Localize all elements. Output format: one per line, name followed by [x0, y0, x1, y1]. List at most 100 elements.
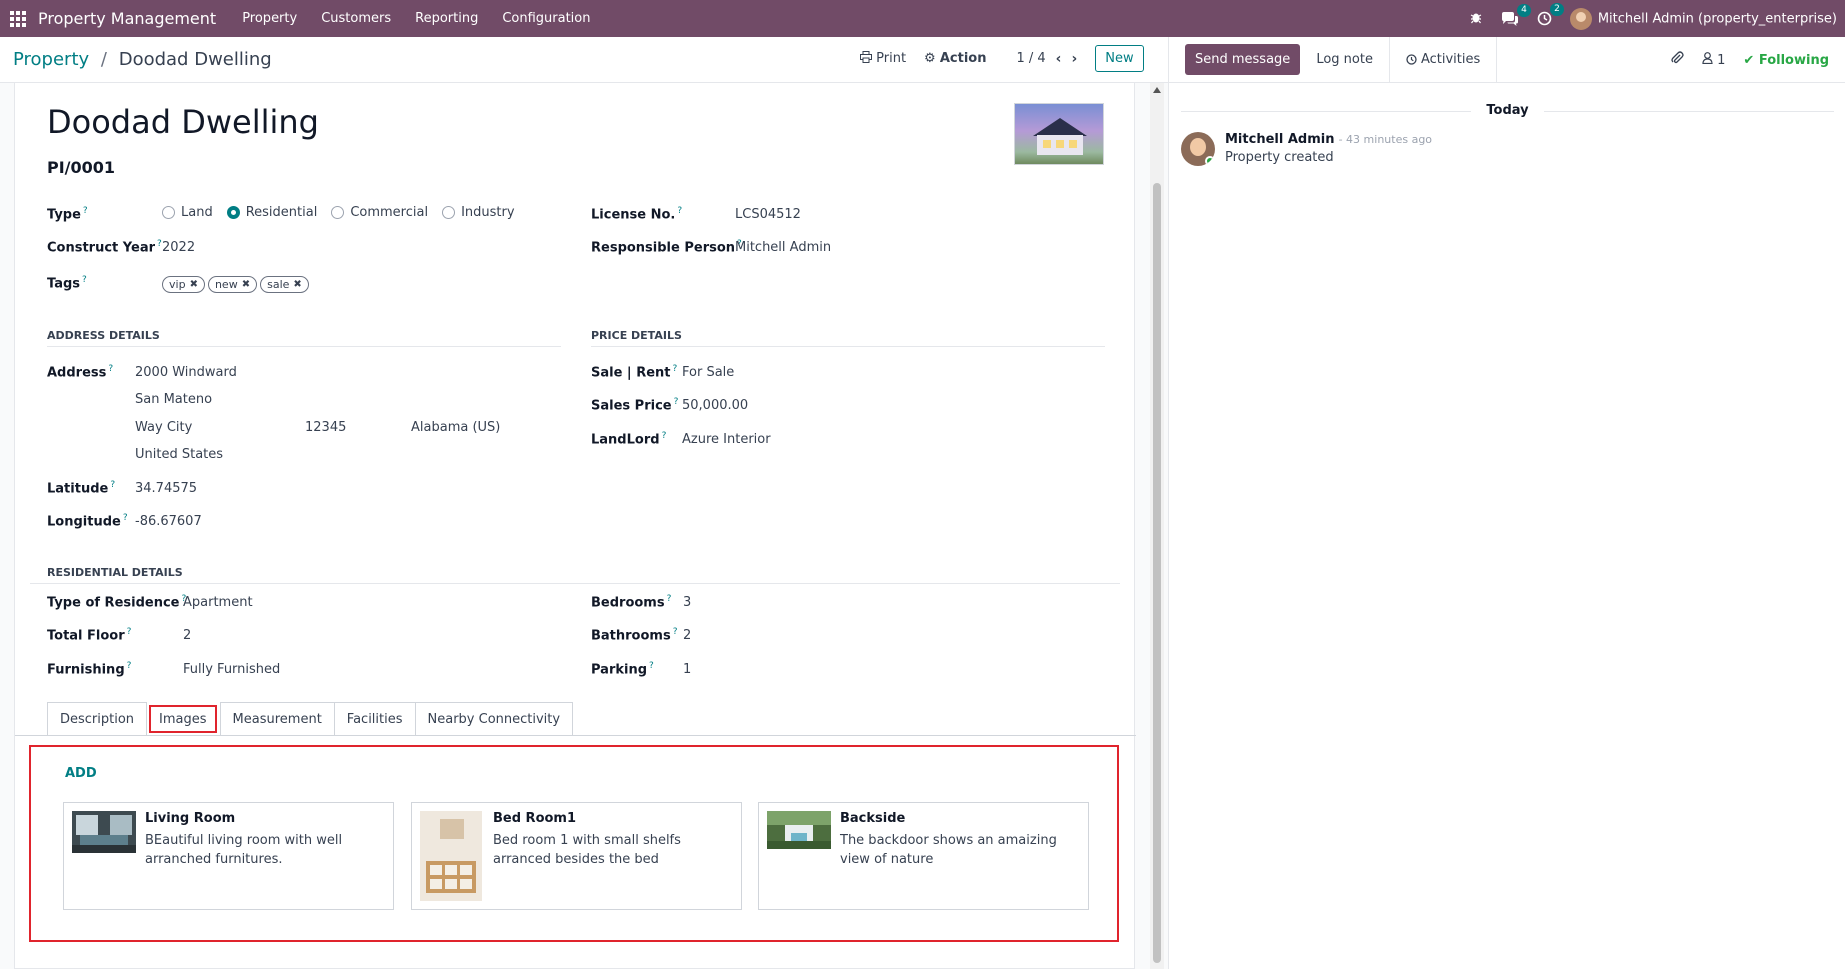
pager-value[interactable]: 1 / 4 [1016, 51, 1045, 66]
tabs-divider [15, 735, 1136, 736]
landlord-label: LandLord? [591, 431, 667, 448]
property-name[interactable]: Doodad Dwelling [47, 103, 319, 141]
chatter-panel: Send message Log note Activities 1 ✔ Fol… [1168, 36, 1845, 969]
chatter-topbar: Send message Log note Activities 1 ✔ Fol… [1169, 36, 1845, 83]
landlord-field[interactable]: Azure Interior [682, 432, 771, 447]
message-author-avatar[interactable] [1181, 132, 1215, 166]
log-note-button[interactable]: Log note [1300, 44, 1389, 75]
user-menu[interactable]: Mitchell Admin (property_enterprise) [1569, 7, 1837, 30]
top-navbar: Property Management Property Customers R… [0, 0, 1845, 37]
tag-new: new ✖ [207, 276, 258, 293]
tab-measurement[interactable]: Measurement [219, 702, 335, 735]
print-label: Print [876, 51, 907, 66]
sale-rent-label: Sale | Rent? [591, 364, 678, 381]
close-icon[interactable]: ✖ [242, 279, 250, 290]
responsible-label: Responsible Person? [591, 239, 742, 256]
menu-reporting[interactable]: Reporting [415, 11, 478, 26]
breadcrumb: Property / Doodad Dwelling [13, 49, 272, 70]
type-option-industry[interactable]: Industry [442, 205, 515, 220]
image-card-living-room[interactable]: Living Room BEautiful living room with w… [63, 802, 394, 910]
app-brand[interactable]: Property Management [38, 9, 216, 28]
following-button[interactable]: ✔ Following [1743, 53, 1829, 68]
form-scrollbar[interactable] [1150, 83, 1164, 969]
latitude-field[interactable]: 34.74575 [135, 481, 197, 496]
parking-field[interactable]: 1 [683, 662, 691, 677]
type-option-residential[interactable]: Residential [226, 205, 317, 220]
bed-room-thumbnail [420, 811, 482, 901]
images-panel: ADD Living Room BEautiful living room wi… [29, 745, 1119, 942]
printer-icon [860, 51, 872, 63]
add-image-button[interactable]: ADD [65, 766, 97, 781]
residence-type-field[interactable]: Apartment [183, 595, 253, 610]
property-reference: PI/0001 [47, 158, 116, 177]
activities-badge: 2 [1550, 3, 1564, 16]
image-card-description: Bed room 1 with small shelfs arranced be… [493, 833, 681, 867]
image-card-backside[interactable]: Backside The backdoor shows an amaizing … [758, 802, 1089, 910]
type-option-land[interactable]: Land [162, 205, 213, 220]
street2-field[interactable]: San Mateno [135, 392, 212, 407]
longitude-field[interactable]: -86.67607 [135, 514, 202, 529]
residence-type-label: Type of Residence? [47, 594, 187, 611]
sale-rent-field[interactable]: For Sale [682, 365, 734, 380]
new-button[interactable]: New [1095, 45, 1144, 72]
tab-images[interactable]: Images [149, 705, 217, 733]
action-button[interactable]: ⚙ Action [924, 51, 986, 66]
menu-configuration[interactable]: Configuration [502, 11, 590, 26]
country-field[interactable]: United States [135, 447, 223, 462]
property-image[interactable] [1014, 103, 1104, 165]
message-text: Property created [1225, 150, 1334, 165]
latitude-label: Latitude? [47, 480, 116, 497]
activities-chatter-button[interactable]: Activities [1388, 36, 1498, 83]
action-label: Action [939, 51, 987, 66]
message-author[interactable]: Mitchell Admin [1225, 132, 1334, 147]
longitude-label: Longitude? [47, 513, 128, 530]
tab-nearby-connectivity[interactable]: Nearby Connectivity [414, 702, 574, 735]
tab-description[interactable]: Description [47, 702, 148, 735]
online-status-icon [1205, 156, 1215, 166]
total-floor-field[interactable]: 2 [183, 628, 191, 643]
menu-customers[interactable]: Customers [321, 11, 391, 26]
bug-icon[interactable] [1469, 10, 1483, 28]
sales-price-label: Sales Price? [591, 397, 679, 414]
state-field[interactable]: Alabama (US) [411, 420, 500, 435]
total-floor-label: Total Floor? [47, 627, 132, 644]
activities-button[interactable]: 2 [1537, 3, 1564, 26]
chevron-right-icon[interactable]: › [1071, 51, 1077, 67]
scroll-up-arrow-icon[interactable] [1153, 87, 1161, 93]
bedrooms-field[interactable]: 3 [683, 595, 691, 610]
tags-field[interactable]: vip ✖ new ✖ sale ✖ [162, 276, 309, 293]
construct-year-field[interactable]: 2022 [162, 240, 195, 255]
control-actions: Print ⚙ Action 1 / 4 ‹ › New [860, 45, 1144, 72]
tag-vip: vip ✖ [162, 276, 205, 293]
scroll-thumb[interactable] [1153, 183, 1161, 963]
print-button[interactable]: Print [860, 51, 906, 66]
notebook-tabs: Description Images Measurement Facilitie… [47, 702, 574, 735]
license-field[interactable]: LCS04512 [735, 207, 801, 222]
messages-badge: 4 [1517, 3, 1531, 17]
tab-facilities[interactable]: Facilities [333, 702, 416, 735]
responsible-field[interactable]: Mitchell Admin [735, 240, 831, 255]
furnishing-field[interactable]: Fully Furnished [183, 662, 280, 677]
city-field[interactable]: Way City [135, 420, 192, 435]
zip-field[interactable]: 12345 [305, 420, 346, 435]
user-avatar [1569, 7, 1592, 30]
followers-button[interactable]: 1 [1702, 52, 1725, 68]
type-option-commercial[interactable]: Commercial [331, 205, 428, 220]
user-name: Mitchell Admin (property_enterprise) [1597, 11, 1837, 26]
image-card-bed-room1[interactable]: Bed Room1 Bed room 1 with small shelfs a… [411, 802, 742, 910]
backside-thumbnail [767, 811, 831, 849]
close-icon[interactable]: ✖ [190, 279, 198, 290]
messages-button[interactable]: 4 [1501, 3, 1531, 26]
sales-price-field[interactable]: 50,000.00 [682, 398, 748, 413]
breadcrumb-property[interactable]: Property [13, 49, 89, 70]
chevron-left-icon[interactable]: ‹ [1056, 51, 1062, 67]
close-icon[interactable]: ✖ [293, 279, 301, 290]
address-section-title: ADDRESS DETAILS [47, 329, 561, 347]
street-field[interactable]: 2000 Windward [135, 365, 237, 380]
apps-grid-icon[interactable] [10, 10, 26, 27]
menu-property[interactable]: Property [242, 11, 297, 26]
paperclip-icon[interactable] [1670, 51, 1684, 69]
bathrooms-field[interactable]: 2 [683, 628, 691, 643]
send-message-button[interactable]: Send message [1185, 44, 1301, 75]
bedrooms-label: Bedrooms? [591, 594, 672, 611]
